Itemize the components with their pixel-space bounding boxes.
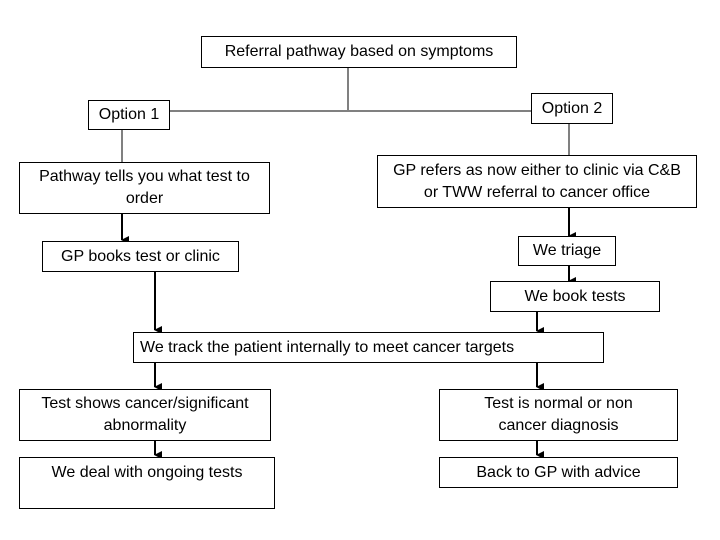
gp-refers-box: GP refers as now either to clinic via C&…	[377, 155, 697, 208]
we-triage-box: We triage	[518, 236, 616, 266]
we-triage-label: We triage	[532, 242, 602, 259]
pathway-tells-test-box: Pathway tells you what test to order	[19, 162, 270, 214]
pathway-tells-test-label: Pathway tells you what test to order	[39, 168, 250, 207]
back-to-gp-label: Back to GP with advice	[476, 463, 641, 481]
we-book-tests-label: We book tests	[524, 287, 626, 305]
flowchart-canvas: Referral pathway based on symptoms Optio…	[0, 0, 720, 540]
option1-box: Option 1	[88, 100, 170, 130]
test-shows-cancer-label: Test shows cancer/significant abnormalit…	[41, 395, 249, 434]
track-patient-label: We track the patient internally to meet …	[140, 338, 515, 356]
test-normal-box: Test is normal or non cancer diagnosis	[439, 389, 678, 441]
option1-label: Option 1	[98, 106, 160, 123]
gp-refers-label: GP refers as now either to clinic via C&…	[393, 161, 681, 201]
root-box: Referral pathway based on symptoms	[201, 36, 517, 68]
gp-books-test-box: GP books test or clinic	[42, 241, 239, 272]
back-to-gp-box: Back to GP with advice	[439, 457, 678, 488]
option2-label: Option 2	[541, 99, 603, 117]
ongoing-tests-label: We deal with ongoing tests	[51, 464, 243, 481]
test-normal-label: Test is normal or non cancer diagnosis	[484, 395, 633, 434]
we-book-tests-box: We book tests	[490, 281, 660, 312]
option2-box: Option 2	[531, 93, 613, 124]
track-patient-box: We track the patient internally to meet …	[133, 332, 604, 363]
root-label: Referral pathway based on symptoms	[224, 43, 494, 60]
gp-books-test-label: GP books test or clinic	[61, 247, 220, 265]
test-shows-cancer-box: Test shows cancer/significant abnormalit…	[19, 389, 271, 441]
ongoing-tests-box: We deal with ongoing tests	[19, 457, 275, 509]
